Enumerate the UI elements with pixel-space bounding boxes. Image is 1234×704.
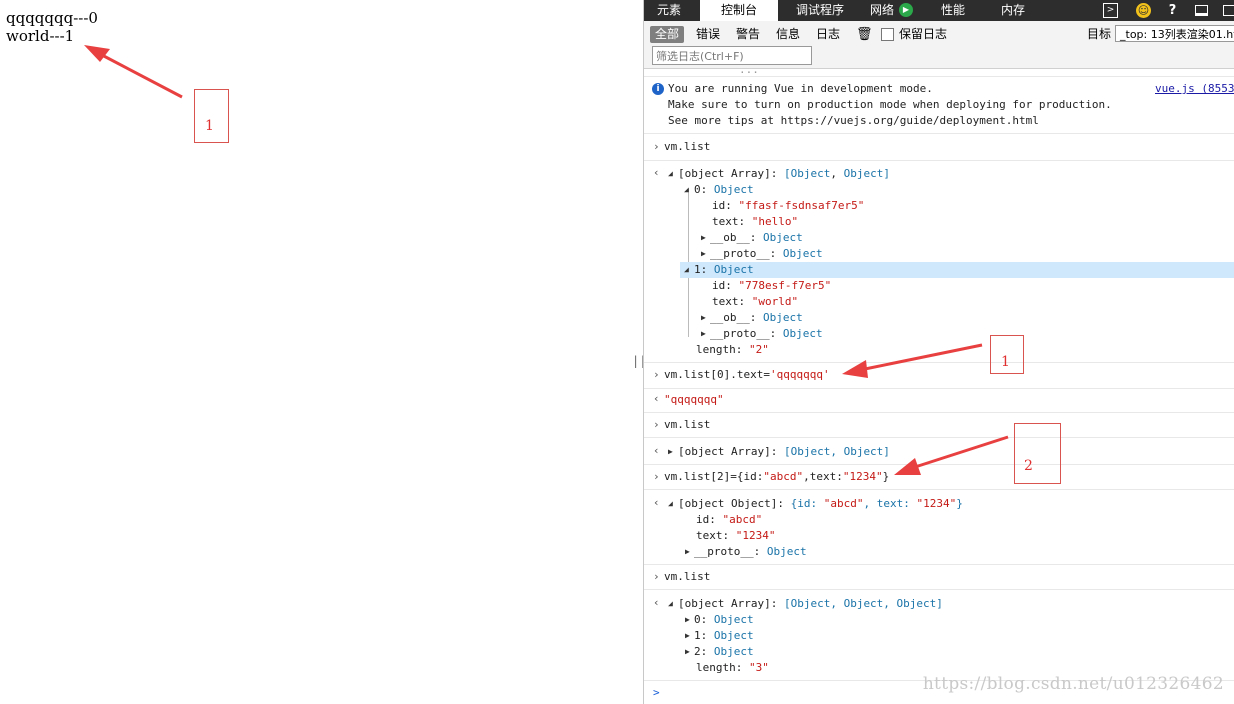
target-label: 目标 [1087,27,1112,41]
tree-prop: text: "world" [712,295,799,308]
tree-prop: length: "2" [696,343,769,356]
smiley-feedback-icon[interactable]: ☺ [1136,3,1151,18]
vue-message-line1: You are running Vue in development mode. [668,82,933,95]
tree-item[interactable]: 0: Object [694,182,754,198]
rendered-page: qqqqqqq---0 world---1 [0,0,640,704]
collapse-triangle-icon[interactable]: ▶ [701,326,706,342]
devtools-tab-bar: 元素 控制台 调试程序 网络 ▶ 性能 内存 > ☺ ? [644,0,1234,21]
info-icon: i [652,83,664,95]
annotation-box-1 [194,89,229,143]
dock-icon[interactable] [1195,5,1208,16]
annotation-label-2: 1 [1001,354,1010,370]
console-prompt[interactable]: > [653,685,660,701]
tree-item[interactable]: 1: Object [694,262,754,278]
output-chevron-icon: ‹ [653,392,660,405]
annotation-label-1: 1 [205,118,214,134]
tree-item[interactable]: 2: Object [694,644,754,660]
result-head[interactable]: [object Array]: [Object, Object] [678,166,890,182]
tree-prop[interactable]: __proto__: Object [710,246,823,262]
network-record-icon[interactable]: ▶ [899,3,913,17]
vue-message-line3: See more tips at https://vuejs.org/guide… [668,114,1039,127]
output-chevron-icon: ‹ [653,444,660,457]
tree-prop[interactable]: __ob__: Object [710,310,803,326]
input-chevron-icon: › [653,470,660,483]
tree-prop[interactable]: __ob__: Object [710,230,803,246]
annotation-label-3: 2 [1024,458,1033,474]
console-input: vm.list [664,418,711,431]
tree-prop: id: "ffasf-fsdnsaf7er5" [712,199,865,212]
collapse-triangle-icon[interactable]: ▶ [701,230,706,246]
devtools-panel: 元素 控制台 调试程序 网络 ▶ 性能 内存 > ☺ ? 全部 错误 警告 信息… [643,0,1234,704]
input-chevron-icon: › [653,418,660,431]
result-head[interactable]: [object Array]: [Object, Object, Object] [678,596,943,612]
console-output: ... i You are running Vue in development… [644,63,1234,704]
console-drawer-icon[interactable]: > [1103,3,1118,18]
input-chevron-icon: › [653,140,660,153]
console-input: vm.list[2]={id:"abcd",text:"1234"} [664,470,890,483]
expand-triangle-icon[interactable]: ◢ [668,596,673,612]
tree-prop: text: "1234" [696,529,776,542]
panel-splitter[interactable]: || [632,354,646,370]
watermark: https://blog.csdn.net/u012326462 [922,674,1224,694]
tree-prop: length: "3" [696,661,769,674]
console-input: vm.list [664,140,711,153]
selected-row-highlight [680,262,1234,278]
input-chevron-icon: › [653,570,660,583]
vue-message-line2: Make sure to turn on production mode whe… [668,98,1112,111]
level-all[interactable]: 全部 [650,26,685,43]
level-errors[interactable]: 错误 [696,26,720,43]
expand-triangle-icon[interactable]: ◢ [668,496,673,512]
console-input: vm.list [664,570,711,583]
collapse-triangle-icon[interactable]: ▶ [685,612,690,628]
trash-icon[interactable]: 🗑 [856,26,873,43]
tree-item[interactable]: 1: Object [694,628,754,644]
level-info[interactable]: 信息 [776,26,800,43]
tab-debugger[interactable]: 调试程序 [784,0,856,21]
collapse-triangle-icon[interactable]: ▶ [701,310,706,326]
tree-item[interactable]: 0: Object [694,612,754,628]
result-value: "qqqqqqq" [664,393,724,406]
tab-console[interactable]: 控制台 [700,0,778,21]
result-head[interactable]: [object Array]: [Object, Object] [678,444,890,460]
help-icon[interactable]: ? [1164,2,1181,19]
filter-input[interactable]: 筛选日志(Ctrl+F) [652,46,812,65]
collapse-triangle-icon[interactable]: ▶ [685,628,690,644]
input-chevron-icon: › [653,368,660,381]
tree-prop: id: "778esf-f7er5" [712,279,832,292]
output-chevron-icon: ‹ [653,166,660,179]
console-filter-bar: 全部 错误 警告 信息 日志 🗑 保留日志 目标 _top: 13列表渲染01.… [644,21,1234,69]
collapse-triangle-icon[interactable]: ▶ [685,544,690,560]
output-chevron-icon: ‹ [653,496,660,509]
collapse-triangle-icon[interactable]: ▶ [701,246,706,262]
output-chevron-icon: ‹ [653,596,660,609]
tab-network[interactable]: 网络 [864,0,900,21]
expand-triangle-icon[interactable]: ◢ [668,166,673,182]
tab-memory[interactable]: 内存 [989,0,1037,21]
expand-triangle-icon[interactable]: ◢ [684,182,689,198]
collapse-triangle-icon[interactable]: ▶ [685,644,690,660]
level-warnings[interactable]: 警告 [736,26,760,43]
console-input: vm.list[0].text='qqqqqqq' [664,368,830,381]
tab-elements[interactable]: 元素 [644,0,694,21]
tree-prop[interactable]: __proto__: Object [710,326,823,342]
level-logs[interactable]: 日志 [816,26,840,43]
preserve-log-checkbox[interactable] [881,28,894,41]
source-link[interactable]: vue.js (8553 [1155,81,1234,97]
list-item-1: world---1 [6,27,75,45]
target-select[interactable]: _top: 13列表渲染01.htm [1115,25,1234,42]
tree-prop[interactable]: __proto__: Object [694,544,807,560]
expand-triangle-icon[interactable]: ◢ [684,262,689,278]
tree-prop: id: "abcd" [696,513,763,526]
tree-prop: text: "hello" [712,215,799,228]
list-item-0: qqqqqqq---0 [6,9,98,27]
undock-icon[interactable] [1223,5,1234,16]
tab-performance[interactable]: 性能 [929,0,977,21]
preserve-log-label: 保留日志 [899,27,948,41]
annotation-box-3 [1014,423,1061,484]
result-head[interactable]: [object Object]: {id: "abcd", text: "123… [678,496,963,512]
collapse-triangle-icon[interactable]: ▶ [668,444,673,460]
